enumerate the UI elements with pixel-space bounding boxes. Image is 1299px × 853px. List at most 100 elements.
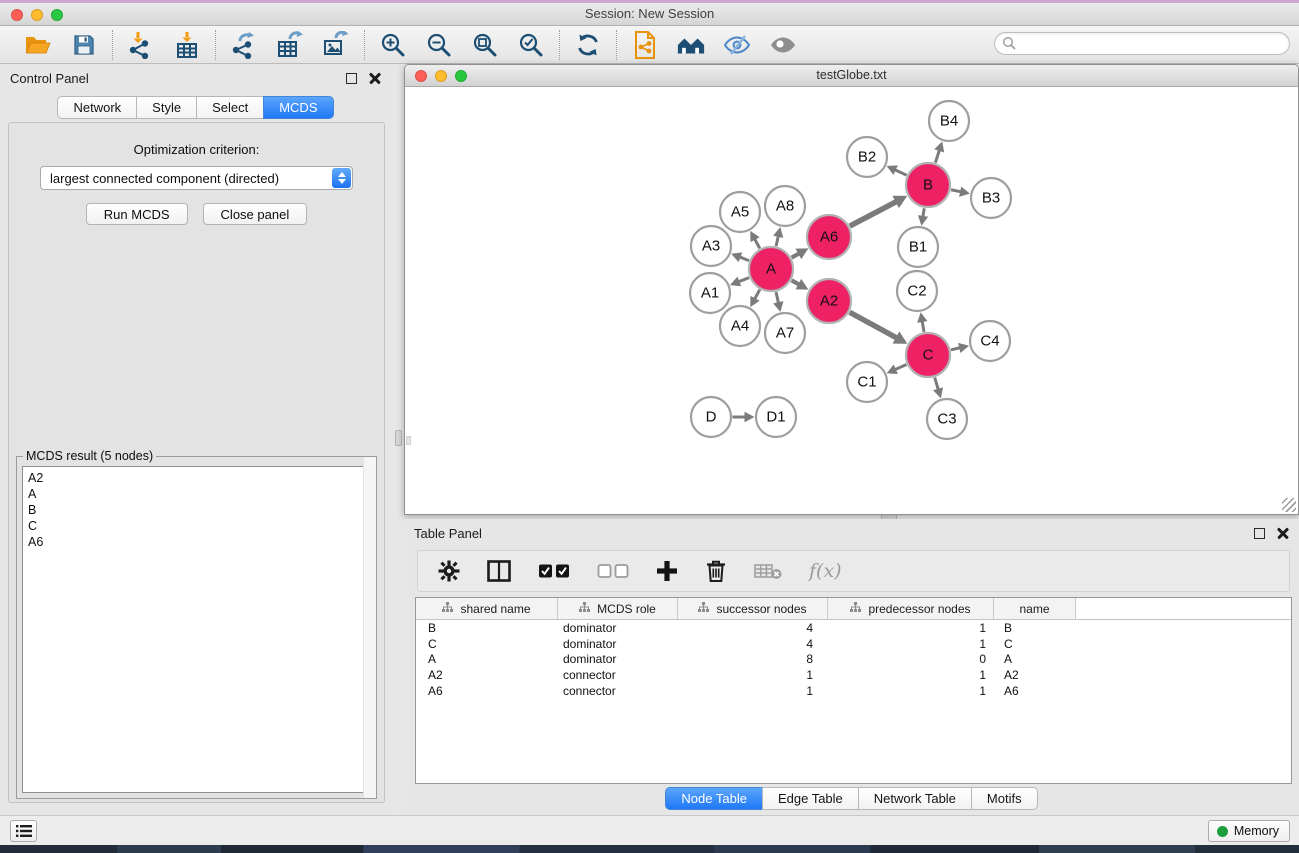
float-panel-icon[interactable] — [346, 73, 357, 84]
refresh-icon[interactable] — [573, 30, 603, 60]
table-row[interactable]: A2connector11A2 — [416, 667, 1291, 683]
delete-icon[interactable] — [705, 559, 727, 583]
tab-style[interactable]: Style — [136, 96, 196, 119]
deselect-all-icon[interactable] — [597, 563, 629, 579]
close-panel-icon[interactable] — [369, 72, 381, 84]
delete-table-icon[interactable] — [754, 562, 782, 580]
table-panel-header: Table Panel — [404, 519, 1299, 547]
show-all-icon[interactable] — [768, 30, 798, 60]
graph-edge[interactable] — [935, 378, 939, 391]
save-session-icon[interactable] — [69, 30, 99, 60]
split-view-icon[interactable] — [487, 560, 511, 582]
control-panel-header: Control Panel — [0, 64, 391, 92]
graph-node-label: A5 — [731, 204, 749, 221]
import-table-icon[interactable] — [172, 30, 202, 60]
search-field[interactable] — [994, 32, 1290, 55]
table-cell: B — [416, 621, 558, 635]
search-input[interactable] — [1017, 33, 1289, 54]
table-row[interactable]: Adominator80A — [416, 652, 1291, 668]
column-header[interactable]: name — [994, 598, 1076, 619]
table-panel-title: Table Panel — [414, 526, 482, 541]
open-session-icon[interactable] — [23, 30, 53, 60]
status-bar: Memory — [0, 815, 1299, 845]
tab-network-table[interactable]: Network Table — [858, 787, 971, 810]
column-header[interactable]: shared name — [416, 598, 558, 619]
select-all-icon[interactable] — [538, 563, 570, 579]
zoom-selected-icon[interactable] — [516, 30, 546, 60]
run-mcds-button[interactable]: Run MCDS — [86, 203, 188, 225]
tab-node-table[interactable]: Node Table — [665, 787, 762, 810]
close-table-panel-icon[interactable] — [1277, 527, 1289, 539]
panel-divider-grip[interactable] — [395, 430, 402, 446]
column-header[interactable]: MCDS role — [558, 598, 678, 619]
zoom-network-window-button[interactable] — [455, 70, 467, 82]
graph-edge[interactable] — [850, 201, 898, 226]
graph-node-label: A3 — [702, 238, 720, 255]
add-column-icon[interactable] — [656, 560, 678, 582]
tab-network[interactable]: Network — [57, 96, 136, 119]
desktop-edge-bottom — [0, 845, 1299, 853]
tab-edge-table[interactable]: Edge Table — [762, 787, 858, 810]
export-image-icon[interactable] — [321, 30, 351, 60]
criterion-dropdown[interactable]: largest connected component (directed) — [40, 166, 353, 190]
close-window-button[interactable] — [11, 9, 23, 21]
graph-edge[interactable] — [850, 312, 898, 338]
column-header[interactable]: successor nodes — [678, 598, 828, 619]
zoom-in-icon[interactable] — [378, 30, 408, 60]
result-item[interactable]: B — [28, 502, 370, 518]
column-header[interactable]: predecessor nodes — [828, 598, 994, 619]
tab-mcds[interactable]: MCDS — [263, 96, 333, 119]
result-scrollbar[interactable] — [363, 457, 376, 798]
network-window-titlebar[interactable]: testGlobe.txt — [405, 65, 1298, 87]
network-graph[interactable]: B4B2BB3A8A5A6A3B1AC2A1A2A4A7C4CC1C3DD1 — [405, 87, 1298, 514]
table-row[interactable]: Cdominator41C — [416, 636, 1291, 652]
export-network-icon[interactable] — [229, 30, 259, 60]
table-cell: 0 — [828, 652, 994, 666]
result-item[interactable]: C — [28, 518, 370, 534]
zoom-window-button[interactable] — [51, 9, 63, 21]
first-neighbors-icon[interactable] — [676, 30, 706, 60]
edge-arrowhead — [934, 141, 944, 152]
graph-node-label: A6 — [820, 229, 838, 246]
graph-edge[interactable] — [894, 169, 907, 175]
float-table-panel-icon[interactable] — [1254, 528, 1265, 539]
graph-node-label: A7 — [776, 325, 794, 342]
column-tree-icon — [579, 602, 590, 616]
zoom-out-icon[interactable] — [424, 30, 454, 60]
close-panel-button[interactable]: Close panel — [203, 203, 308, 225]
network-canvas[interactable]: B4B2BB3A8A5A6A3B1AC2A1A2A4A7C4CC1C3DD1 — [405, 87, 1298, 514]
table-cell: 1 — [828, 621, 994, 635]
graph-edge[interactable] — [894, 365, 907, 371]
table-cell: A — [416, 652, 558, 666]
table-cell: 8 — [678, 652, 828, 666]
table-cell: 4 — [678, 637, 828, 651]
graph-node-label: C4 — [980, 333, 999, 350]
result-item[interactable]: A2 — [28, 470, 370, 486]
minimize-window-button[interactable] — [31, 9, 43, 21]
result-item[interactable]: A — [28, 486, 370, 502]
import-network-icon[interactable] — [126, 30, 156, 60]
mcds-result-list[interactable]: A2ABCA6 — [22, 466, 371, 793]
table-row[interactable]: Bdominator41B — [416, 620, 1291, 636]
export-table-icon[interactable] — [275, 30, 305, 60]
table-cell: connector — [558, 668, 678, 682]
table-cell: 1 — [828, 637, 994, 651]
graph-edge[interactable] — [935, 149, 939, 163]
task-history-button[interactable] — [10, 820, 37, 842]
table-row[interactable]: A6connector11A6 — [416, 683, 1291, 699]
hide-selected-icon[interactable] — [722, 30, 752, 60]
zoom-fit-icon[interactable] — [470, 30, 500, 60]
optimization-criterion-label: Optimization criterion: — [9, 142, 384, 157]
settings-gear-icon[interactable] — [438, 560, 460, 582]
tab-select[interactable]: Select — [196, 96, 263, 119]
window-resize-grip[interactable] — [1282, 498, 1296, 512]
result-item[interactable]: A6 — [28, 534, 370, 550]
new-network-from-file-icon[interactable] — [630, 30, 660, 60]
close-network-window-button[interactable] — [415, 70, 427, 82]
function-builder-icon[interactable]: f(x) — [809, 560, 842, 582]
graph-node-label: B3 — [982, 190, 1000, 207]
tab-motifs[interactable]: Motifs — [971, 787, 1038, 810]
table-cell: 1 — [678, 668, 828, 682]
minimize-network-window-button[interactable] — [435, 70, 447, 82]
memory-button[interactable]: Memory — [1208, 820, 1290, 842]
